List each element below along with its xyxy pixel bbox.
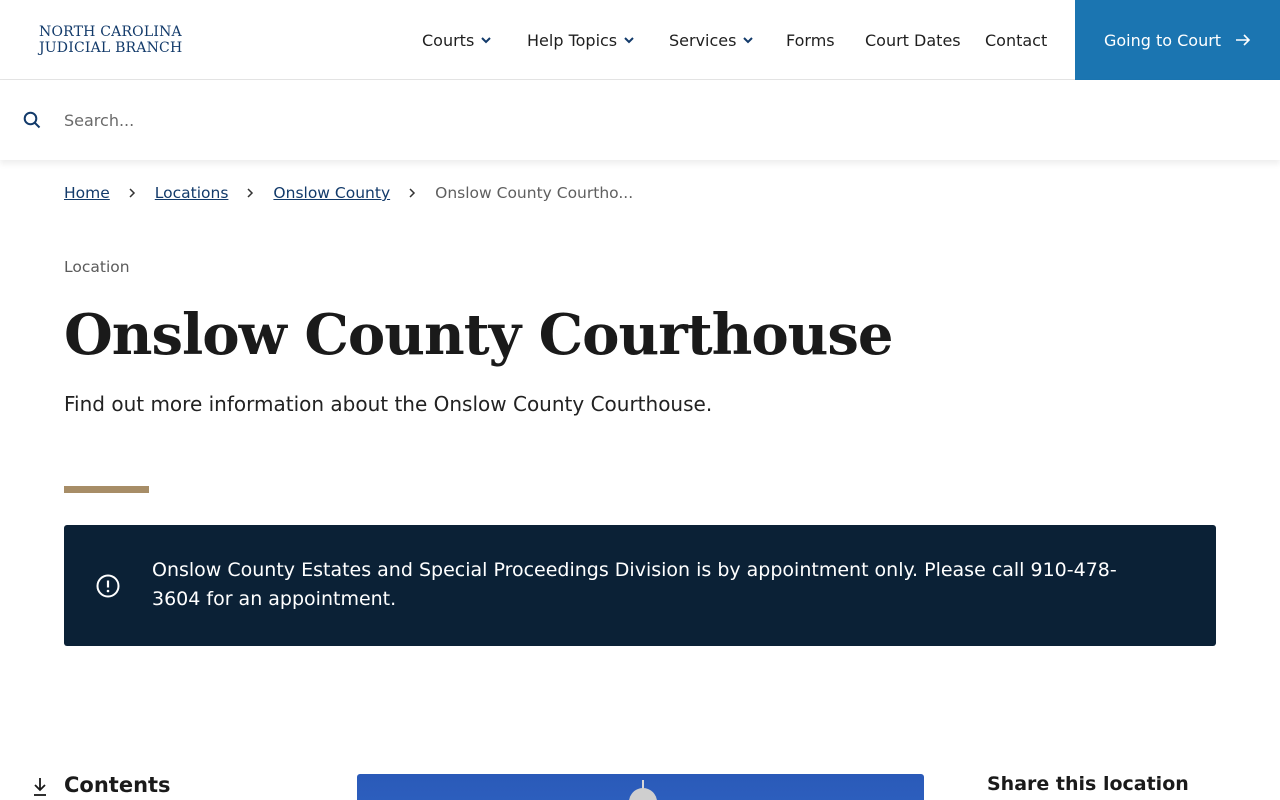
nav-forms[interactable]: Forms (786, 0, 835, 80)
appointment-alert: Onslow County Estates and Special Procee… (64, 525, 1216, 646)
site-logo[interactable]: NORTH CAROLINA JUDICIAL BRANCH (39, 24, 189, 56)
alert-circle-icon (96, 574, 120, 598)
logo-line-1: NORTH CAROLINA (39, 24, 182, 40)
nav-courts-label: Courts (422, 30, 475, 50)
nav-courts[interactable]: Courts (422, 0, 492, 80)
chevron-down-icon (624, 37, 634, 44)
arrow-right-icon (1236, 34, 1251, 46)
courthouse-photo (357, 774, 924, 800)
breadcrumb-county[interactable]: Onslow County (273, 184, 390, 202)
contents-toggle[interactable]: Contents (64, 773, 171, 797)
breadcrumb: Home Locations Onslow County Onslow Coun… (64, 183, 633, 203)
chevron-down-icon (481, 37, 492, 44)
nav-contact-label: Contact (985, 30, 1048, 50)
nav-services-label: Services (669, 30, 737, 50)
nav-help-topics-label: Help Topics (527, 30, 618, 50)
search-icon[interactable] (23, 111, 41, 129)
alert-message: Onslow County Estates and Special Procee… (152, 559, 1117, 610)
nav-contact[interactable]: Contact (985, 0, 1047, 80)
photo-dome (629, 788, 657, 800)
going-to-court-button[interactable]: Going to Court (1075, 0, 1280, 80)
accent-divider (64, 486, 149, 493)
nav-help-topics[interactable]: Help Topics (527, 0, 635, 80)
search-input[interactable] (64, 100, 1244, 140)
page-eyebrow: Location (64, 258, 130, 276)
site-header: NORTH CAROLINA JUDICIAL BRANCH Courts He… (0, 0, 1280, 80)
breadcrumb-current: Onslow County Courtho... (435, 184, 634, 202)
going-to-court-label: Going to Court (1103, 30, 1222, 50)
nav-court-dates-label: Court Dates (865, 30, 961, 50)
page-title: Onslow County Courthouse (64, 302, 894, 368)
chevron-right-icon (409, 188, 416, 198)
chevron-down-icon (743, 37, 754, 44)
breadcrumb-home[interactable]: Home (64, 184, 110, 202)
breadcrumb-locations[interactable]: Locations (155, 184, 229, 202)
nav-forms-label: Forms (786, 30, 835, 50)
nav-services[interactable]: Services (669, 0, 754, 80)
chevron-right-icon (129, 188, 135, 198)
page-subtitle: Find out more information about the Onsl… (64, 392, 713, 416)
nav-court-dates[interactable]: Court Dates (865, 0, 961, 80)
share-heading: Share this location (987, 773, 1189, 795)
arrow-down-to-line-icon[interactable] (31, 777, 49, 797)
chevron-right-icon (247, 188, 254, 198)
logo-line-2: JUDICIAL BRANCH (39, 40, 183, 56)
